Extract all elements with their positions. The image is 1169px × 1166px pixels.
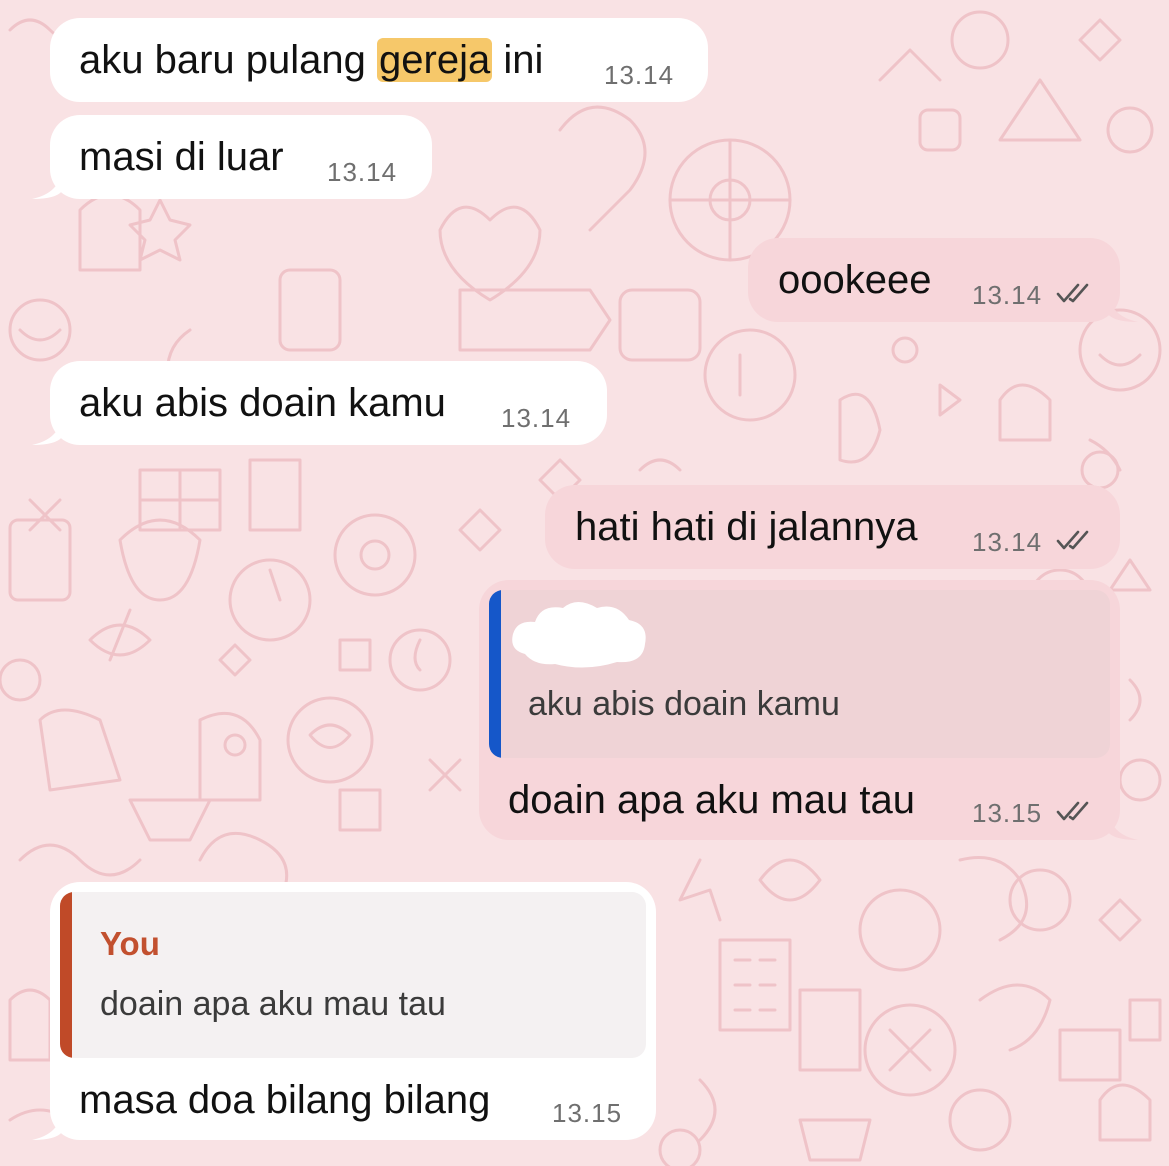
outgoing-message-bubble[interactable]: aku abis doain kamu doain apa aku mau ta… bbox=[479, 580, 1138, 840]
message-timestamp: 13.14 bbox=[327, 157, 398, 187]
incoming-message-bubble[interactable]: aku abis doain kamu 13.14 bbox=[32, 361, 607, 445]
quote-accent-bar bbox=[489, 590, 501, 758]
outgoing-message-bubble[interactable]: hati hati di jalannya 13.14 bbox=[545, 485, 1120, 569]
quote-text: doain apa aku mau tau bbox=[100, 985, 446, 1023]
message-text-part: aku baru pulang bbox=[79, 38, 378, 82]
message-text: masi di luar bbox=[79, 135, 284, 179]
bubble-tail bbox=[32, 415, 62, 445]
bubble-tail bbox=[1108, 810, 1138, 840]
message-text: masa doa bilang bilang bbox=[79, 1078, 491, 1122]
quoted-message[interactable]: You doain apa aku mau tau bbox=[60, 892, 646, 1058]
search-highlight: gereja bbox=[377, 38, 493, 82]
quote-author: You bbox=[100, 925, 160, 962]
message-timestamp: 13.14 bbox=[972, 527, 1043, 557]
redacted-name-blob bbox=[512, 602, 646, 668]
message-text: aku baru pulang gereja ini bbox=[79, 36, 543, 84]
message-timestamp: 13.14 bbox=[972, 280, 1043, 310]
quote-accent-bar bbox=[60, 892, 72, 1058]
double-check-icon bbox=[1056, 530, 1089, 550]
message-timestamp: 13.15 bbox=[552, 1098, 623, 1128]
bubble-tail bbox=[32, 169, 62, 199]
message-text: hati hati di jalannya bbox=[575, 505, 918, 549]
incoming-message-bubble[interactable]: masi di luar 13.14 bbox=[32, 115, 432, 199]
quote-text: aku abis doain kamu bbox=[528, 685, 840, 723]
message-text-part: ini bbox=[492, 38, 544, 82]
bubble-tail bbox=[32, 1110, 62, 1140]
bubble-tail bbox=[1108, 292, 1138, 322]
incoming-message-bubble[interactable]: aku baru pulang gereja ini 13.14 bbox=[50, 18, 708, 102]
quoted-message[interactable]: aku abis doain kamu bbox=[489, 590, 1110, 758]
message-timestamp: 13.15 bbox=[972, 798, 1043, 828]
incoming-message-bubble[interactable]: You doain apa aku mau tau masa doa bilan… bbox=[32, 882, 656, 1140]
double-check-icon bbox=[1056, 801, 1089, 821]
message-timestamp: 13.14 bbox=[604, 60, 675, 90]
message-text: aku abis doain kamu bbox=[79, 381, 446, 425]
message-text: doain apa aku mau tau bbox=[508, 778, 915, 822]
double-check-icon bbox=[1056, 283, 1089, 303]
outgoing-message-bubble[interactable]: oookeee 13.14 bbox=[748, 238, 1138, 322]
message-text: oookeee bbox=[778, 258, 932, 302]
message-timestamp: 13.14 bbox=[501, 403, 572, 433]
